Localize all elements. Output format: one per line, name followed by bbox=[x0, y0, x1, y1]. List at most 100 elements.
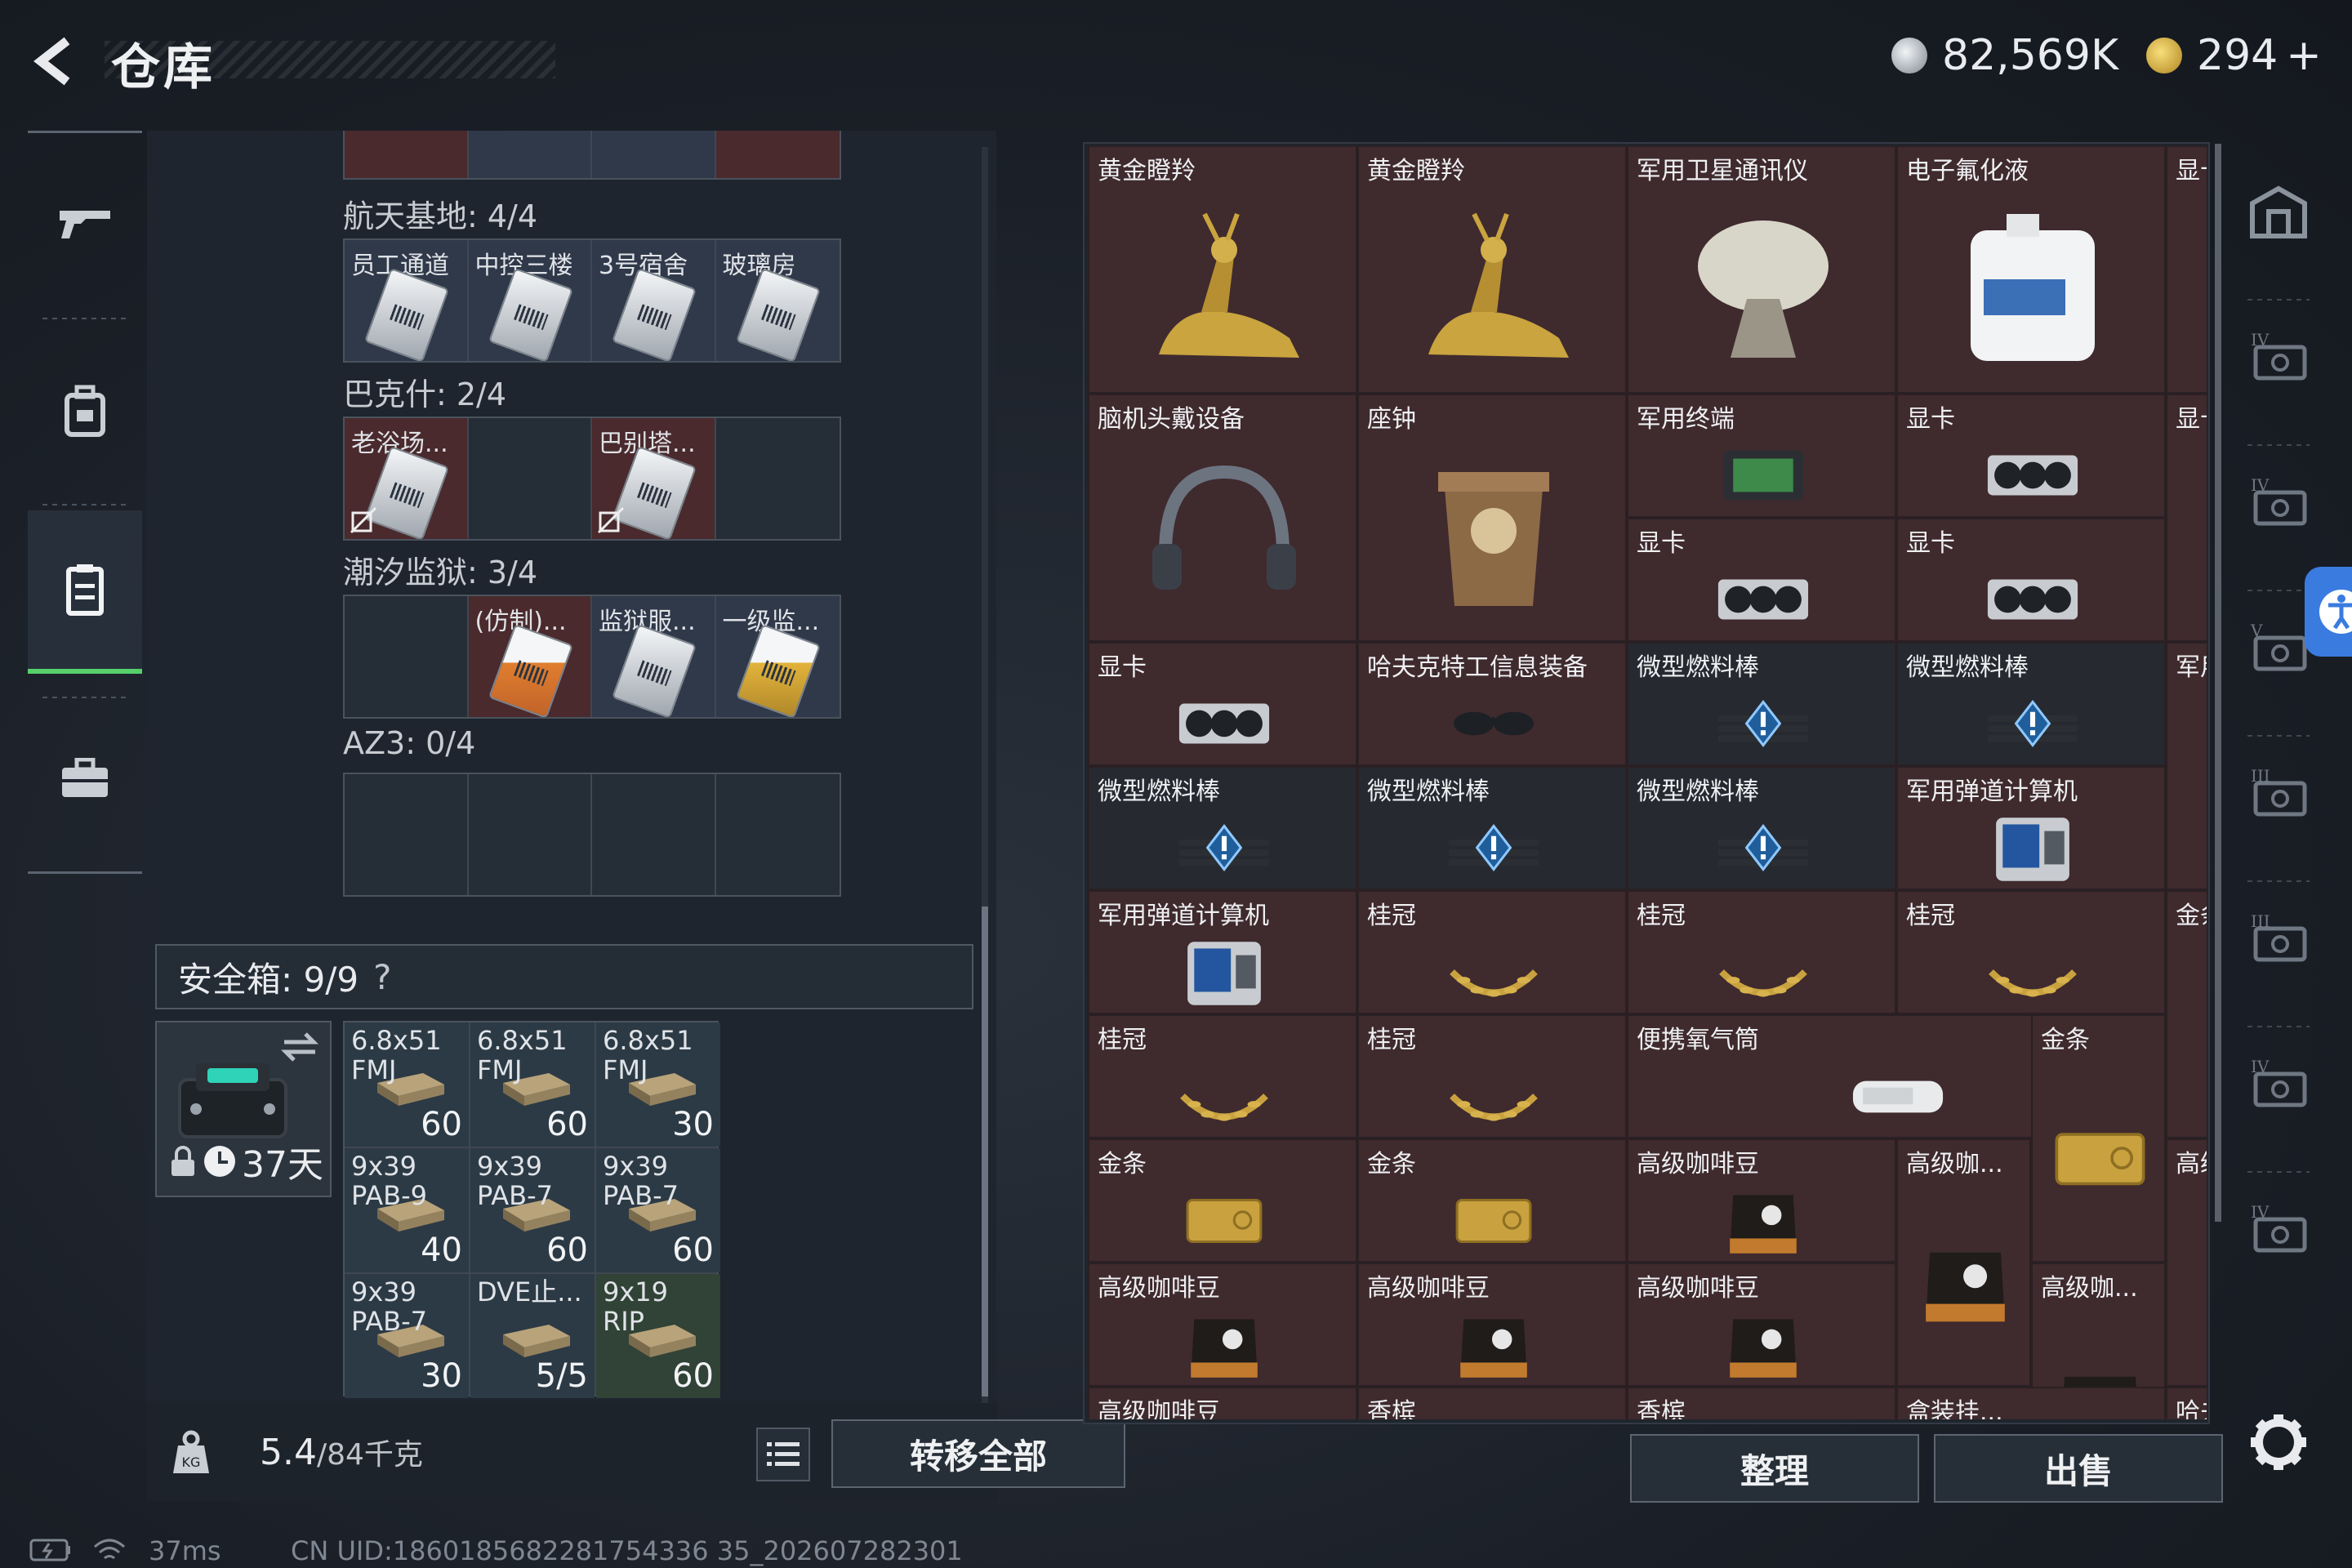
key-slot-empty[interactable] bbox=[716, 774, 840, 895]
stash-item[interactable]: 哈夫克... bbox=[2166, 1387, 2207, 1419]
stash-item[interactable]: 高级咖... bbox=[1896, 1138, 2031, 1387]
ammo-slot[interactable]: 6.8x51 FMJ 60 bbox=[470, 1022, 595, 1147]
stash-item[interactable]: 显卡 bbox=[1088, 642, 1357, 766]
add-currency-button[interactable]: + bbox=[2286, 31, 2322, 80]
key-slot[interactable]: 3号宿舍 bbox=[592, 240, 716, 361]
key-slot[interactable]: 老浴场... bbox=[345, 418, 469, 539]
filter-tier-iv-gpu[interactable]: IV bbox=[2238, 462, 2319, 544]
ammo-slot[interactable]: 9x39 PAB-7 30 bbox=[345, 1274, 469, 1398]
accessibility-button[interactable] bbox=[2305, 567, 2352, 657]
settings-button[interactable] bbox=[2244, 1408, 2313, 1477]
stash-item[interactable]: 微型燃料棒 bbox=[1088, 766, 1357, 890]
filter-safehouse[interactable] bbox=[2238, 172, 2319, 253]
key-slot[interactable]: (仿制)... bbox=[468, 596, 592, 717]
stash-item[interactable]: 桂冠 bbox=[1357, 890, 1627, 1014]
key-storage-area[interactable]: 航天基地: 4/4 员工通道 中控三楼 3号宿舍 玻璃房 巴克什: 2/4 老浴… bbox=[343, 131, 841, 898]
stash-item[interactable]: 哈夫克特工信息装备 bbox=[1357, 642, 1627, 766]
key-slot[interactable] bbox=[592, 131, 716, 178]
key-slot-empty[interactable] bbox=[592, 774, 716, 895]
stash-item[interactable]: 微型燃料棒 bbox=[1627, 766, 1896, 890]
help-button[interactable]: ? bbox=[373, 957, 391, 997]
currency-silver[interactable]: 82,569K bbox=[1891, 31, 2118, 80]
nav-weapons[interactable] bbox=[28, 141, 142, 305]
filter-tier-iv-medkit[interactable]: IV bbox=[2238, 1044, 2319, 1125]
key-slot-empty[interactable] bbox=[469, 774, 592, 895]
stash-scrollbar[interactable] bbox=[2215, 144, 2221, 1222]
back-button[interactable] bbox=[28, 33, 85, 90]
key-slot-empty[interactable] bbox=[469, 418, 592, 539]
stash-item[interactable]: 金条 bbox=[2031, 1014, 2166, 1263]
stash-item[interactable]: 微型燃料棒 bbox=[1627, 642, 1896, 766]
stash-item[interactable]: 黄金瞪羚 bbox=[1357, 145, 1627, 394]
stash-item[interactable]: 军用弹道计算机 bbox=[1088, 890, 1357, 1014]
stash-item[interactable]: 显卡 bbox=[2166, 394, 2207, 642]
key-slot[interactable] bbox=[468, 131, 592, 178]
currency-gold[interactable]: 294 + bbox=[2146, 31, 2322, 80]
stash-item[interactable]: 军用终端 bbox=[1627, 394, 1896, 518]
scrollbar-thumb[interactable] bbox=[2215, 144, 2221, 1222]
stash-item[interactable]: 金条 bbox=[1088, 1138, 1357, 1263]
stash-item[interactable]: 军用弹... bbox=[2166, 642, 2207, 890]
stash-item[interactable]: 黄金瞪羚 bbox=[1088, 145, 1357, 394]
stash-item[interactable]: 高级咖啡豆 bbox=[1088, 1387, 1357, 1419]
stash-grid[interactable]: 黄金瞪羚黄金瞪羚军用卫星通讯仪电子氟化液显卡脑机头戴设备座钟军用终端显卡显卡显卡… bbox=[1088, 145, 2207, 1419]
ammo-slot[interactable]: DVE止... 5/5 bbox=[470, 1274, 595, 1398]
stash-item[interactable]: 显卡 bbox=[1896, 394, 2166, 518]
filter-tier-iv-folder[interactable]: IV bbox=[2238, 317, 2319, 399]
stash-item[interactable]: 脑机头戴设备 bbox=[1088, 394, 1357, 642]
stash-item[interactable]: 显卡 bbox=[1896, 518, 2166, 642]
stash-item[interactable]: 桂冠 bbox=[1627, 890, 1896, 1014]
key-slot[interactable]: 玻璃房 bbox=[715, 240, 840, 361]
key-slot[interactable]: 巴别塔... bbox=[592, 418, 716, 539]
stash-item[interactable]: 香槟 bbox=[1627, 1387, 1896, 1419]
key-slot[interactable] bbox=[715, 131, 840, 178]
key-slot-empty[interactable] bbox=[345, 774, 469, 895]
filter-tier-iv-vehicle[interactable]: IV bbox=[2238, 1189, 2319, 1271]
stash-item[interactable]: 高级咖啡豆 bbox=[1627, 1138, 1896, 1263]
scrollbar-thumb[interactable] bbox=[982, 906, 988, 1396]
key-slot-empty[interactable] bbox=[345, 596, 469, 717]
transfer-all-button[interactable]: 转移全部 bbox=[831, 1419, 1125, 1488]
stash-item[interactable]: 显卡 bbox=[1627, 518, 1896, 642]
key-slot[interactable]: 员工通道 bbox=[345, 240, 469, 361]
stash-item[interactable]: 座钟 bbox=[1357, 394, 1627, 642]
key-slot[interactable]: 监狱服... bbox=[592, 596, 716, 717]
stash-item[interactable]: 微型燃料棒 bbox=[1896, 642, 2166, 766]
ammo-slot[interactable]: 9x39 PAB-9 40 bbox=[345, 1148, 469, 1272]
stash-item[interactable]: 军用卫星通讯仪 bbox=[1627, 145, 1896, 394]
ammo-slot[interactable]: 6.8x51 FMJ 30 bbox=[596, 1022, 720, 1147]
stash-item[interactable]: 金条 bbox=[1357, 1138, 1627, 1263]
stash-item[interactable]: 高级咖啡豆 bbox=[1357, 1263, 1627, 1387]
ammo-slot[interactable]: 9x39 PAB-7 60 bbox=[470, 1148, 595, 1272]
nav-storage[interactable] bbox=[28, 510, 142, 674]
stash-item[interactable]: 盒装挂... bbox=[1896, 1387, 2166, 1419]
ammo-slot[interactable]: 9x39 PAB-7 60 bbox=[596, 1148, 720, 1272]
ammo-slot[interactable]: 9x19 RIP 60 bbox=[596, 1274, 720, 1398]
organize-button[interactable]: 整理 bbox=[1630, 1434, 1919, 1503]
nav-backpack[interactable] bbox=[28, 329, 142, 492]
sell-button[interactable]: 出售 bbox=[1934, 1434, 2223, 1503]
ammo-slot[interactable]: 6.8x51 FMJ 60 bbox=[345, 1022, 469, 1147]
key-slot-empty[interactable] bbox=[716, 418, 840, 539]
stash-item[interactable]: 高级咖... bbox=[2166, 1138, 2207, 1387]
filter-tier-iii-gpu[interactable]: III bbox=[2238, 753, 2319, 835]
stash-item[interactable]: 高级咖啡豆 bbox=[1088, 1263, 1357, 1387]
stash-item[interactable]: 军用弹道计算机 bbox=[1896, 766, 2166, 890]
stash-item[interactable]: 桂冠 bbox=[1357, 1014, 1627, 1138]
nav-briefcase[interactable] bbox=[28, 697, 142, 860]
inventory-scrollbar[interactable] bbox=[982, 147, 988, 1405]
stash-item[interactable]: 香槟 bbox=[1357, 1387, 1627, 1419]
list-view-button[interactable] bbox=[756, 1428, 810, 1481]
key-slot[interactable]: 中控三楼 bbox=[468, 240, 592, 361]
key-slot[interactable]: 一级监... bbox=[715, 596, 840, 717]
stash-item[interactable]: 桂冠 bbox=[1896, 890, 2166, 1014]
stash-item[interactable]: 桂冠 bbox=[1088, 1014, 1357, 1138]
stash-item[interactable]: 高级咖啡豆 bbox=[1627, 1263, 1896, 1387]
stash-item[interactable]: 金条 bbox=[2166, 890, 2207, 1138]
filter-tier-iii-chip[interactable]: III bbox=[2238, 898, 2319, 980]
stash-item[interactable]: 微型燃料棒 bbox=[1357, 766, 1627, 890]
key-slot[interactable] bbox=[345, 131, 469, 178]
stash-item[interactable]: 电子氟化液 bbox=[1896, 145, 2166, 394]
safebox-container[interactable]: 37天 bbox=[155, 1021, 332, 1197]
stash-item[interactable]: 显卡 bbox=[2166, 145, 2207, 394]
